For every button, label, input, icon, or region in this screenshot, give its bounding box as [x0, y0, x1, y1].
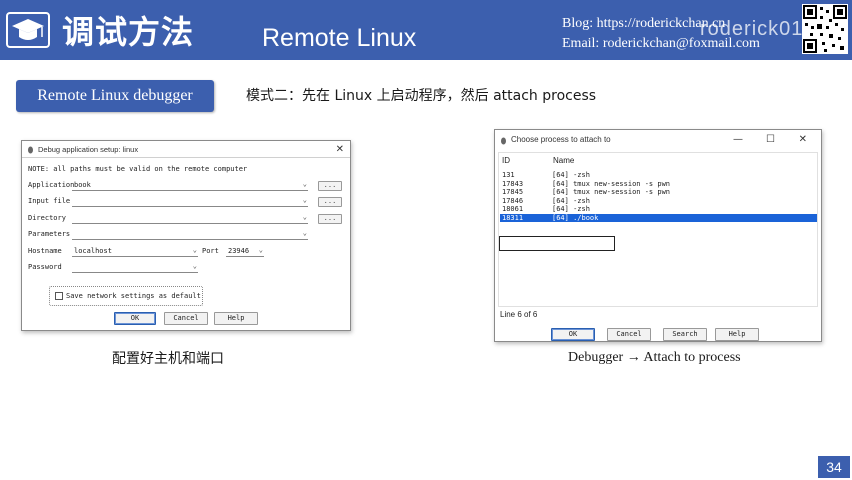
chevron-down-icon[interactable]: ⌄ [303, 196, 307, 204]
process-id: 131 [502, 171, 515, 179]
choose-process-dialog: Choose process to attach to — ☐ ✕ ID Nam… [494, 129, 822, 342]
caption-left: 配置好主机和端口 [112, 351, 224, 367]
browse-application-button[interactable]: ... [318, 181, 342, 191]
process-name: [64] tmux new-session -s pwn [552, 179, 671, 188]
process-id: 18061 [502, 205, 524, 214]
directory-label: Directory [28, 214, 66, 222]
application-label: Application [28, 181, 75, 189]
graduation-cap-icon [6, 12, 50, 48]
process-id: 18311 [502, 214, 524, 222]
chevron-down-icon[interactable]: ⌄ [303, 180, 307, 188]
ok-button[interactable]: OK [551, 328, 595, 341]
process-row[interactable]: 131 [64] -zsh [500, 171, 817, 179]
hostname-row: Hostname localhost ⌄ Port 23946 ⌄ [28, 246, 348, 257]
save-settings-label: Save network settings as default [66, 292, 201, 300]
chevron-down-icon[interactable]: ⌄ [303, 229, 307, 237]
parameters-label: Parameters [28, 230, 71, 238]
help-button[interactable]: Help [214, 312, 258, 325]
password-field[interactable]: ⌄ [72, 262, 198, 273]
directory-field[interactable]: ⌄ [72, 213, 308, 224]
status-line: Line 6 of 6 [500, 310, 538, 319]
minimize-icon[interactable]: — [733, 130, 743, 150]
input-file-row: Input file ⌄ ... [28, 196, 348, 207]
process-row[interactable]: 17843 [64] tmux new-session -s pwn [500, 180, 817, 188]
chevron-down-icon[interactable]: ⌄ [193, 246, 197, 254]
column-header-id[interactable]: ID [502, 156, 510, 165]
dialog-titlebar[interactable]: Debug application setup: linux ✕ [22, 141, 350, 158]
header-title-en: Remote Linux [262, 24, 417, 52]
cancel-button[interactable]: Cancel [607, 328, 651, 341]
parameters-field[interactable]: ⌄ [72, 229, 308, 240]
directory-row: Directory ⌄ ... [28, 213, 348, 224]
qr-code-icon [802, 4, 848, 54]
application-row: Application book ⌄ ... [28, 180, 348, 191]
maximize-icon[interactable]: ☐ [766, 130, 775, 150]
password-label: Password [28, 263, 62, 271]
ok-button[interactable]: OK [114, 312, 156, 325]
page-number: 34 [818, 456, 850, 478]
save-settings-checkbox[interactable] [55, 292, 63, 300]
process-id: 17846 [502, 196, 524, 205]
port-label: Port [202, 247, 219, 255]
watermark-text: roderick01 [700, 18, 804, 40]
port-field[interactable]: 23946 ⌄ [226, 246, 264, 257]
process-name: [64] ./book [552, 214, 599, 222]
chevron-down-icon[interactable]: ⌄ [193, 262, 197, 270]
column-header-name[interactable]: Name [553, 156, 574, 165]
close-icon[interactable]: ✕ [799, 130, 807, 150]
process-name: [64] -zsh [552, 196, 590, 205]
process-row[interactable]: 17845 [64] tmux new-session -s pwn [500, 188, 817, 196]
bug-icon [501, 137, 506, 145]
bug-icon [28, 146, 33, 154]
focus-rectangle [499, 236, 615, 251]
process-id: 17845 [502, 188, 524, 197]
process-name: [64] tmux new-session -s pwn [552, 188, 671, 197]
process-name: [64] -zsh [552, 205, 590, 214]
process-id: 17843 [502, 179, 524, 188]
process-name: [64] -zsh [552, 171, 590, 179]
search-button[interactable]: Search [663, 328, 707, 341]
hostname-field[interactable]: localhost ⌄ [72, 246, 198, 257]
process-row[interactable]: 18311 [64] ./book [500, 214, 817, 222]
cancel-button[interactable]: Cancel [164, 312, 208, 325]
process-list[interactable]: ID Name 131 [64] -zsh 17843 [64] tmux new-s… [498, 152, 818, 307]
browse-input-button[interactable]: ... [318, 197, 342, 207]
section-label-pill: Remote Linux debugger [16, 80, 214, 112]
browse-directory-button[interactable]: ... [318, 214, 342, 224]
header-band: 调试方法 Remote Linux Blog: https://roderick… [0, 0, 852, 60]
hostname-label: Hostname [28, 247, 62, 255]
save-settings-group: Save network settings as default [49, 286, 203, 306]
dialog-title: Debug application setup: linux [38, 145, 139, 154]
parameters-row: Parameters ⌄ [28, 229, 348, 240]
chevron-down-icon[interactable]: ⌄ [303, 213, 307, 221]
header-title-zh: 调试方法 [62, 13, 195, 51]
help-button[interactable]: Help [715, 328, 759, 341]
chevron-down-icon[interactable]: ⌄ [259, 246, 263, 254]
hostname-value: localhost [74, 247, 112, 255]
input-file-label: Input file [28, 197, 71, 205]
password-row: Password ⌄ [28, 262, 348, 273]
port-value: 23946 [228, 247, 250, 255]
debug-setup-dialog: Debug application setup: linux ✕ NOTE: a… [21, 140, 351, 331]
application-value: book [74, 181, 91, 189]
application-field[interactable]: book ⌄ [72, 180, 308, 191]
process-row[interactable]: 18061 [64] -zsh [500, 205, 817, 213]
dialog-note: NOTE: all paths must be valid on the rem… [28, 165, 248, 173]
close-icon[interactable]: ✕ [336, 141, 344, 158]
caption-right: Debugger → Attach to process [568, 350, 741, 365]
dialog-titlebar[interactable]: Choose process to attach to — ☐ ✕ [495, 130, 821, 150]
input-file-field[interactable]: ⌄ [72, 196, 308, 207]
mode-description: 模式二：先在 Linux 上启动程序，然后 attach process [246, 88, 597, 104]
dialog-title: Choose process to attach to [511, 135, 611, 144]
process-row[interactable]: 17846 [64] -zsh [500, 197, 817, 205]
